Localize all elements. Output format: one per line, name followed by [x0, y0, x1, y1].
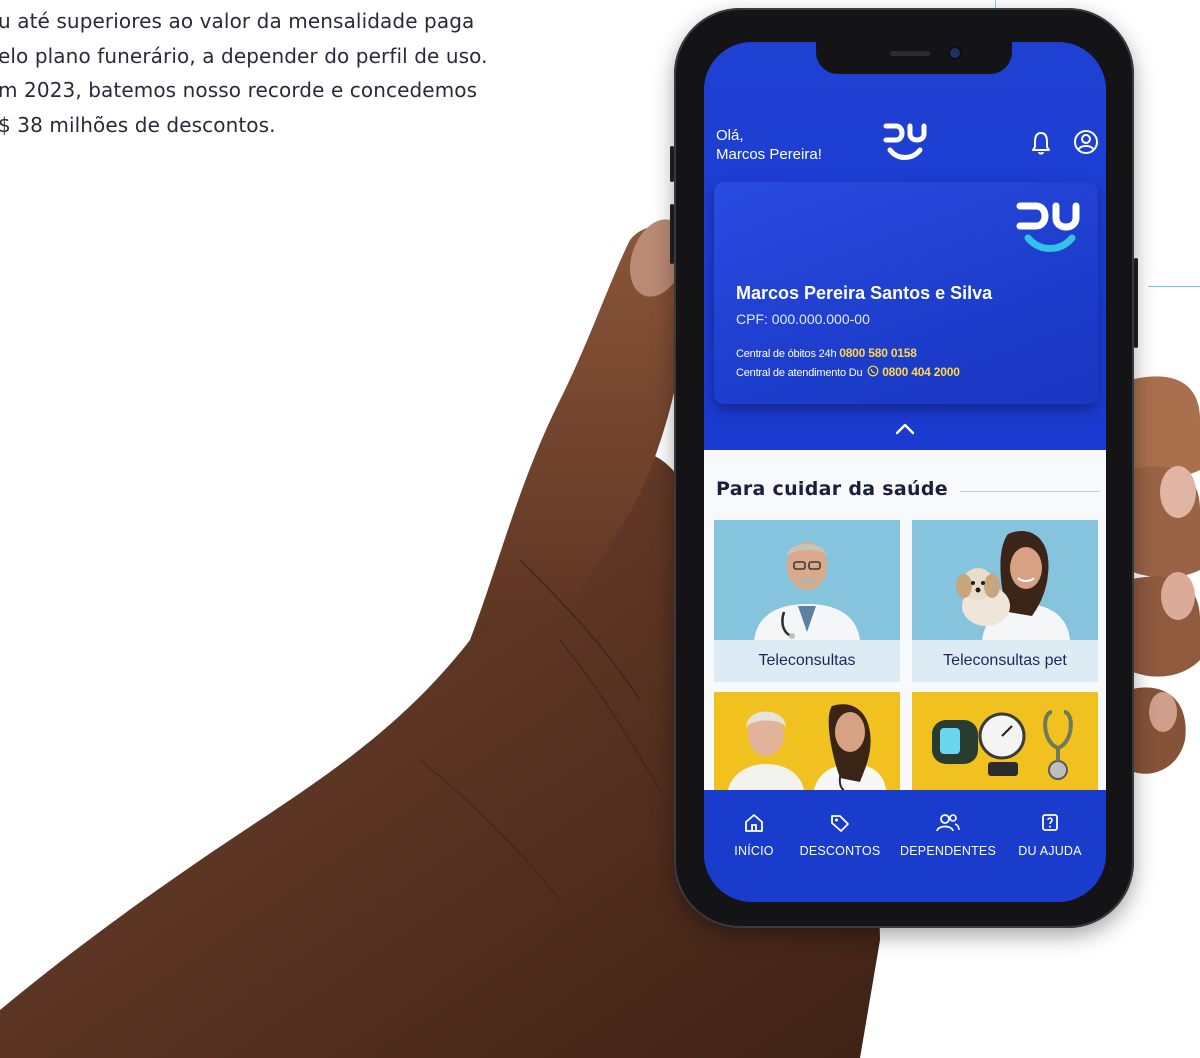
obitos-label: Central de óbitos 24h [736, 348, 837, 360]
chevron-up-icon[interactable] [894, 422, 916, 436]
phone-side-button [1134, 258, 1138, 348]
atendimento-line: Central de atendimento Du 0800 404 2000 [736, 365, 960, 379]
nav-label: DU AJUDA [1018, 844, 1082, 858]
obitos-line: Central de óbitos 24h 0800 580 0158 [736, 346, 917, 360]
phone-notch [816, 42, 1012, 74]
tag-icon [831, 815, 849, 832]
du-logo-icon [883, 123, 927, 160]
nav-label: INÍCIO [734, 844, 774, 858]
obitos-phone[interactable]: 0800 580 0158 [839, 346, 917, 360]
card-holder-name: Marcos Pereira Santos e Silva [736, 283, 993, 303]
section-title: Para cuidar da saúde [716, 478, 948, 500]
greeting: Olá, Marcos Pereira! [716, 126, 822, 164]
atendimento-label: Central de atendimento Du [736, 367, 863, 379]
app-header: Olá, Marcos Pereira! Marcos Pereira Sant… [704, 42, 1106, 450]
smartphone: Olá, Marcos Pereira! Marcos Pereira Sant… [670, 8, 1138, 928]
du-logo-icon [1016, 202, 1080, 252]
doctor-patient-image [714, 692, 900, 790]
medical-equipment-image [912, 692, 1098, 790]
tile-teleconsultas-pet[interactable]: Teleconsultas pet [912, 520, 1098, 682]
nav-label: DEPENDENTES [900, 844, 996, 858]
nav-item-descontos[interactable]: DESCONTOS [796, 812, 884, 858]
help-icon [1042, 814, 1058, 831]
bottom-navigation: INÍCIO DESCONTOS DEPENDENTES DU AJUDA [704, 790, 1106, 902]
section-divider [960, 491, 1100, 492]
card-cpf: CPF: 000.000.000-00 [736, 311, 870, 327]
membership-card[interactable]: Marcos Pereira Santos e Silva CPF: 000.0… [714, 182, 1098, 404]
tile-consultation[interactable] [714, 692, 900, 790]
front-camera [950, 48, 960, 58]
greeting-hello: Olá, [716, 127, 744, 144]
nav-item-inicio[interactable]: INÍCIO [724, 812, 784, 858]
users-icon [936, 814, 960, 832]
nav-item-dependentes[interactable]: DEPENDENTES [898, 812, 998, 858]
nav-item-du-ajuda[interactable]: DU AJUDA [1014, 812, 1086, 858]
tile-teleconsultas[interactable]: Teleconsultas [714, 520, 900, 682]
user-profile-icon[interactable] [1072, 128, 1100, 156]
speaker-grill [890, 51, 930, 56]
doctor-image [714, 520, 900, 640]
content-area: Para cuidar da saúde Teleconsultas Telec… [704, 450, 1106, 790]
tile-label: Teleconsultas pet [912, 640, 1098, 682]
nav-label: DESCONTOS [799, 844, 881, 858]
vet-with-dog-image [912, 520, 1098, 640]
phone-side-button [670, 204, 674, 264]
whatsapp-icon [867, 365, 879, 377]
phone-side-button [670, 146, 674, 182]
tile-label: Teleconsultas [714, 640, 900, 682]
home-icon [745, 814, 763, 832]
phone-screen: Olá, Marcos Pereira! Marcos Pereira Sant… [704, 42, 1106, 902]
greeting-username: Marcos Pereira! [716, 146, 822, 163]
bell-icon[interactable] [1030, 130, 1052, 156]
tile-medical-equipment[interactable] [912, 692, 1098, 790]
atendimento-phone[interactable]: 0800 404 2000 [882, 365, 960, 379]
